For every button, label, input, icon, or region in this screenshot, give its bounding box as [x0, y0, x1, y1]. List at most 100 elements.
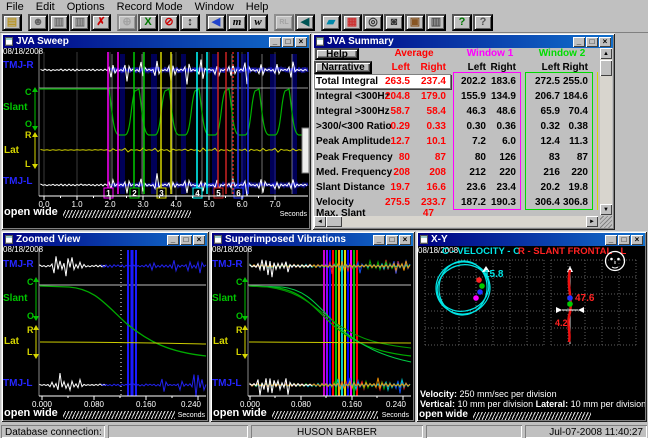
maximize-button[interactable]: □: [180, 235, 192, 245]
scroll-down-button[interactable]: ▼: [600, 204, 612, 215]
excel-export-icon[interactable]: X: [138, 14, 158, 31]
vertical-scroll-thumb[interactable]: [600, 60, 612, 76]
slant-open-label: O: [27, 312, 34, 321]
duplicate-exam-icon[interactable]: ▥: [70, 14, 90, 31]
menu-edit[interactable]: Edit: [30, 1, 61, 13]
zoomed-view-titlebar[interactable]: Zoomed View _□×: [3, 233, 207, 246]
rl-channels-icon[interactable]: RL: [274, 14, 294, 31]
color-settings-icon[interactable]: ▦: [342, 14, 362, 31]
svg-text:2: 2: [132, 189, 137, 198]
sub-header-right: Right: [552, 63, 588, 73]
scroll-right-button[interactable]: ►: [586, 216, 598, 227]
lateral-left-label: L: [25, 160, 31, 169]
context-help-icon[interactable]: ?: [473, 14, 493, 31]
row-value: 233.7: [410, 198, 446, 208]
seconds-label: Seconds: [175, 412, 205, 419]
lateral-scale-text: 10 mm per division: [571, 399, 645, 409]
superimposed-titlebar[interactable]: Superimposed Vibrations _□×: [212, 233, 413, 246]
channel-lateral-label: Lat: [213, 337, 228, 347]
minimize-button[interactable]: _: [269, 37, 281, 47]
row-value: 19.8: [552, 183, 588, 193]
narrative-button[interactable]: Narrative: [314, 61, 372, 74]
row-value: 179.0: [410, 92, 446, 102]
vertical-scale-label: Vertical:: [420, 399, 455, 409]
window-controls: _□×: [373, 235, 411, 245]
open-patient-file-icon[interactable]: ▤: [2, 14, 22, 31]
waveform-icon[interactable]: w: [248, 14, 268, 31]
median-frequency-icon[interactable]: m: [227, 14, 247, 31]
horizontal-scrollbar[interactable]: [314, 216, 598, 227]
jva-sweep-titlebar[interactable]: JVA Sweep _□×: [3, 35, 309, 48]
maximize-button[interactable]: □: [282, 37, 294, 47]
minimize-button[interactable]: _: [605, 235, 617, 245]
row-value: 263.5: [374, 77, 410, 87]
menu-window[interactable]: Window: [189, 1, 240, 13]
close-button[interactable]: ×: [295, 37, 307, 47]
annotation-hatch: [63, 411, 175, 419]
svg-text:4.0: 4.0: [170, 200, 182, 209]
svg-text:0.160: 0.160: [342, 400, 363, 409]
row-value: 0.38: [552, 122, 588, 132]
sound-playback-icon[interactable]: ◀: [206, 14, 226, 31]
document-icon: [214, 235, 222, 244]
close-button[interactable]: ×: [399, 235, 411, 245]
document-icon: [5, 37, 13, 46]
status-datetime: Jul-07-2008 11:40:27: [525, 425, 647, 438]
group-header-window2: Window 2: [539, 49, 586, 59]
svg-text:1.0: 1.0: [71, 200, 83, 209]
status-patient-name: HUSON BARBER: [251, 425, 423, 438]
close-button[interactable]: ×: [599, 37, 611, 47]
toolbar-group: RL◀: [274, 14, 315, 31]
camera-icon[interactable]: ◎: [363, 14, 383, 31]
help-icon[interactable]: ?: [452, 14, 472, 31]
menu-record-mode[interactable]: Record Mode: [111, 1, 189, 13]
resize-grip[interactable]: [600, 216, 612, 228]
jva-summary-titlebar[interactable]: JVA Summary _□×: [314, 35, 613, 48]
maximize-button[interactable]: □: [386, 235, 398, 245]
new-patient-icon[interactable]: ☻: [28, 14, 48, 31]
copy-exam-icon[interactable]: ▥: [49, 14, 69, 31]
seconds-label: Seconds: [379, 412, 409, 419]
scroll-up-button[interactable]: ▲: [600, 48, 612, 59]
window-title: JVA Summary: [327, 36, 394, 47]
group-header-window1: Window 1: [467, 49, 514, 59]
row-value: 183.6: [480, 77, 516, 87]
application-window: FileEditOptionsRecord ModeWindowHelp ▤☻▥…: [0, 0, 648, 438]
lateral-scale-label: Lateral:: [536, 399, 569, 409]
row-value: 58.4: [410, 107, 446, 117]
row-value: 87: [552, 153, 588, 163]
maximize-button[interactable]: □: [618, 235, 630, 245]
row-value: 255.0: [552, 77, 588, 87]
menu-file[interactable]: File: [0, 1, 30, 13]
svg-text:5.0: 5.0: [203, 200, 215, 209]
close-button[interactable]: ×: [631, 235, 643, 245]
minimize-button[interactable]: _: [373, 235, 385, 245]
help-button[interactable]: Help: [315, 48, 359, 60]
row-value: 220: [552, 168, 588, 178]
print-icon[interactable]: ▥: [426, 14, 446, 31]
window-controls: _□×: [167, 235, 205, 245]
scroll-left-button[interactable]: ◄: [314, 216, 326, 227]
window-zoomed-view: Zoomed View _□× 0.0000.0800.1600.240 ope…: [1, 231, 209, 422]
xy-titlebar[interactable]: X-Y _□×: [418, 233, 645, 246]
maximize-button[interactable]: □: [586, 37, 598, 47]
save-disk-icon[interactable]: ▰: [321, 14, 341, 31]
minimize-button[interactable]: _: [167, 235, 179, 245]
toolbar-group: ▰▦◎◙▣▥: [321, 14, 446, 31]
channel-tmj-left-label: TMJ-L: [3, 379, 32, 389]
close-button[interactable]: ×: [193, 235, 205, 245]
menu-options[interactable]: Options: [61, 1, 111, 13]
row-value: 0.33: [410, 122, 446, 132]
minimize-button[interactable]: _: [573, 37, 585, 47]
delete-exam-icon[interactable]: ✗: [91, 14, 111, 31]
menu-help[interactable]: Help: [240, 1, 275, 13]
stop-icon[interactable]: ⊘: [159, 14, 179, 31]
archive-box-icon[interactable]: ▣: [405, 14, 425, 31]
scale-adjust-icon[interactable]: ↕: [180, 14, 200, 31]
zoom-tool-icon[interactable]: ⊕: [117, 14, 137, 31]
video-icon[interactable]: ◙: [384, 14, 404, 31]
marker-arrow-icon[interactable]: ◀: [295, 14, 315, 31]
row-value: 204.8: [374, 92, 410, 102]
horizontal-scroll-thumb[interactable]: [326, 216, 342, 227]
channel-lateral-label: Lat: [4, 337, 19, 347]
